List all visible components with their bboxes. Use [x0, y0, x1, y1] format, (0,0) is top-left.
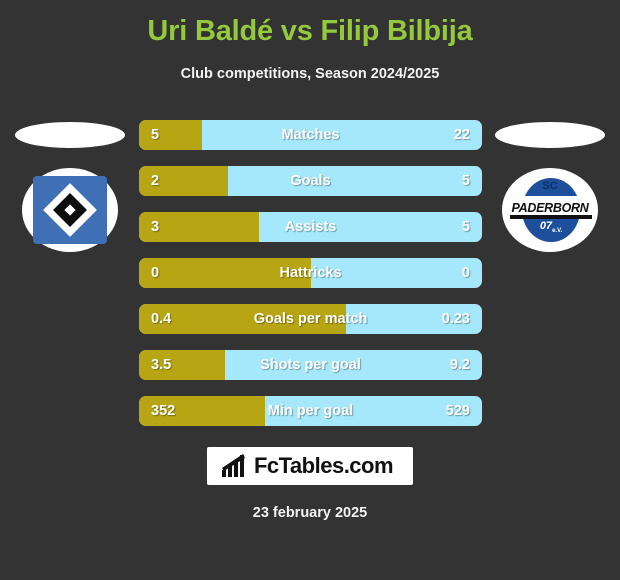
table-row: 3.5 Shots per goal 9.2: [139, 350, 482, 380]
left-team-nameplate: [15, 122, 125, 148]
right-team-nameplate: [495, 122, 605, 148]
right-team-column: SC PADERBORN 07e.V.: [485, 120, 615, 300]
fctables-logo-text: FcTables.com: [253, 453, 394, 478]
stat-right-value: 0: [461, 265, 470, 281]
crest-text-city: PADERBORN: [511, 201, 589, 215]
table-row: 0.4 Goals per match 0.23: [139, 304, 482, 334]
crest-text-sc: SC: [542, 180, 558, 192]
stat-label: Hattricks: [279, 265, 342, 281]
stats-bar-list: 5 Matches 22 2 Goals 5 3 Assists 5 0 Hat…: [139, 120, 482, 442]
stat-right-value: 0.23: [441, 311, 470, 327]
left-team-crest[interactable]: [22, 168, 118, 252]
hamburger-sv-crest-icon: [22, 168, 118, 252]
date-label: 23 february 2025: [252, 505, 368, 521]
table-row: 2 Goals 5: [139, 166, 482, 196]
stat-right-value: 5: [461, 173, 470, 189]
right-team-crest[interactable]: SC PADERBORN 07e.V.: [502, 168, 598, 252]
stat-label: Goals: [290, 173, 331, 189]
page-title: Uri Baldé vs Filip Bilbija: [147, 15, 473, 47]
stat-right-value: 9.2: [449, 357, 470, 373]
stat-right-value: 529: [445, 403, 470, 419]
stat-right-value: 5: [461, 219, 470, 235]
left-team-column: [5, 120, 135, 300]
bar-chart-icon: [221, 454, 245, 477]
fctables-logo[interactable]: FcTables.com: [206, 447, 414, 485]
table-row: 3 Assists 5: [139, 212, 482, 242]
stat-right-value: 22: [453, 127, 470, 143]
crest-text-year: 07e.V.: [539, 220, 563, 235]
sc-paderborn-crest-icon: SC PADERBORN 07e.V.: [502, 168, 598, 252]
stat-label: Min per goal: [267, 403, 354, 419]
footer: FcTables.com 23 february 2025: [0, 447, 620, 521]
stat-label: Assists: [284, 219, 337, 235]
stat-label: Shots per goal: [260, 357, 361, 373]
table-row: 0 Hattricks 0: [139, 258, 482, 288]
table-row: 352 Min per goal 529: [139, 396, 482, 426]
page-subtitle: Club competitions, Season 2024/2025: [180, 66, 440, 82]
stat-label: Matches: [281, 127, 340, 143]
table-row: 5 Matches 22: [139, 120, 482, 150]
stat-label: Goals per match: [253, 311, 368, 327]
